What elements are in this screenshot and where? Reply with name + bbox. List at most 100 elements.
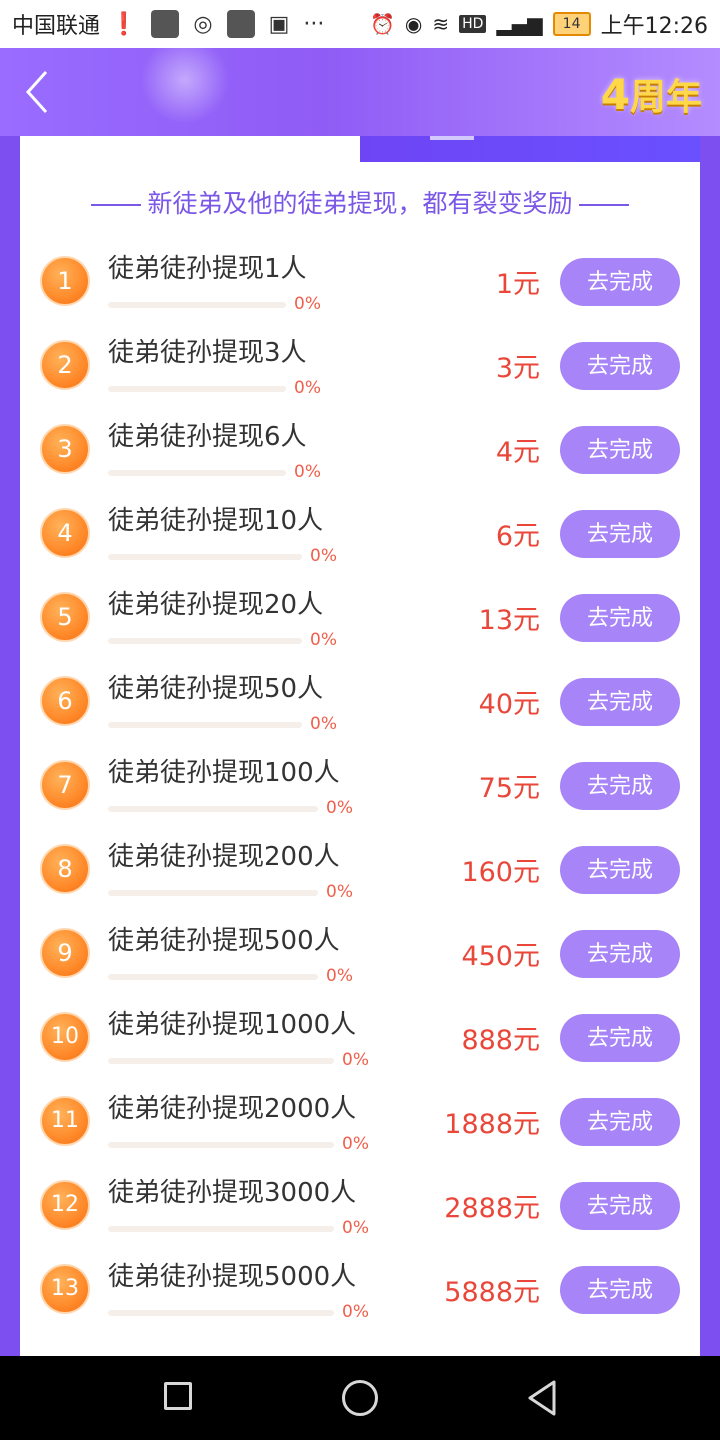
step-number-badge: 3 xyxy=(40,424,90,474)
progress-track xyxy=(108,722,302,728)
progress-percent: 0% xyxy=(342,1218,369,1238)
progress-percent: 0% xyxy=(342,1302,369,1322)
clock: 上午12:26 xyxy=(600,14,708,39)
progress-track xyxy=(108,554,302,560)
progress-percent: 0% xyxy=(326,882,353,902)
task-row: 3 徒弟徒孙提现6人 0% 4元 去完成 xyxy=(20,410,700,494)
progress-track xyxy=(108,974,318,980)
chevron-left-icon xyxy=(25,70,48,114)
reward-amount: 2888元 xyxy=(444,1193,540,1224)
progress-percent: 0% xyxy=(326,966,353,986)
step-number-badge: 7 xyxy=(40,760,90,810)
complete-task-button[interactable]: 去完成 xyxy=(560,1266,680,1314)
task-row: 6 徒弟徒孙提现50人 0% 40元 去完成 xyxy=(20,662,700,746)
step-number-badge: 12 xyxy=(40,1180,90,1230)
task-label: 徒弟徒孙提现2000人 xyxy=(108,1094,357,1124)
task-row: 10 徒弟徒孙提现1000人 0% 888元 去完成 xyxy=(20,998,700,1082)
task-label: 徒弟徒孙提现500人 xyxy=(108,926,340,956)
complete-task-button[interactable]: 去完成 xyxy=(560,258,680,306)
task-label: 徒弟徒孙提现10人 xyxy=(108,506,324,536)
task-label: 徒弟徒孙提现1000人 xyxy=(108,1010,357,1040)
progress-track xyxy=(108,890,318,896)
back-triangle-icon[interactable] xyxy=(522,1378,562,1418)
reward-amount: 5888元 xyxy=(444,1277,540,1308)
home-icon[interactable] xyxy=(342,1380,378,1416)
task-row: 5 徒弟徒孙提现20人 0% 13元 去完成 xyxy=(20,578,700,662)
step-number-badge: 11 xyxy=(40,1096,90,1146)
hd-icon: HD xyxy=(459,15,487,33)
task-row: 2 徒弟徒孙提现3人 0% 3元 去完成 xyxy=(20,326,700,410)
badge-number: 4 xyxy=(600,70,630,119)
reward-amount: 888元 xyxy=(461,1025,540,1056)
complete-task-button[interactable]: 去完成 xyxy=(560,930,680,978)
complete-task-button[interactable]: 去完成 xyxy=(560,510,680,558)
subtitle-text: 新徒弟及他的徒弟提现，都有裂变奖励 xyxy=(147,189,573,218)
step-number-badge: 13 xyxy=(40,1264,90,1314)
alert-icon: ❗ xyxy=(110,11,138,37)
task-label: 徒弟徒孙提现20人 xyxy=(108,590,324,620)
complete-task-button[interactable]: 去完成 xyxy=(560,678,680,726)
step-number-badge: 9 xyxy=(40,928,90,978)
app-icon xyxy=(226,10,255,38)
reward-amount: 1888元 xyxy=(444,1109,540,1140)
progress-percent: 0% xyxy=(326,798,353,818)
battery-icon: 14 xyxy=(552,12,591,36)
reward-amount: 450元 xyxy=(461,941,540,972)
complete-task-button[interactable]: 去完成 xyxy=(560,594,680,642)
step-number-badge: 6 xyxy=(40,676,90,726)
progress-track xyxy=(108,1058,334,1064)
task-label: 徒弟徒孙提现100人 xyxy=(108,758,340,788)
complete-task-button[interactable]: 去完成 xyxy=(560,846,680,894)
signal-4g-icon: ▂▄▆ xyxy=(496,12,543,36)
progress-track xyxy=(108,302,286,308)
complete-task-button[interactable]: 去完成 xyxy=(560,762,680,810)
complete-task-button[interactable]: 去完成 xyxy=(560,342,680,390)
tab-strip xyxy=(360,136,700,162)
task-row: 8 徒弟徒孙提现200人 0% 160元 去完成 xyxy=(20,830,700,914)
anniversary-badge: 4周年 xyxy=(601,68,702,120)
image-icon: ▣ xyxy=(268,11,290,37)
task-list: 1 徒弟徒孙提现1人 0% 1元 去完成 2 徒弟徒孙提现3人 0% 3元 去完成 3 徒弟徒孙提现6… xyxy=(20,242,700,1334)
reward-card: 新徒弟及他的徒弟提现，都有裂变奖励 1 徒弟徒孙提现1人 0% 1元 去完成 2 徒弟徒孙提… xyxy=(20,136,700,1356)
reward-amount: 4元 xyxy=(495,437,540,468)
complete-task-button[interactable]: 去完成 xyxy=(560,1014,680,1062)
back-button[interactable] xyxy=(22,64,74,120)
divider-line xyxy=(578,204,629,206)
carrier-name: 中国联通 xyxy=(12,14,101,39)
reward-amount: 1元 xyxy=(495,269,540,300)
task-row: 12 徒弟徒孙提现3000人 0% 2888元 去完成 xyxy=(20,1166,700,1250)
system-nav-bar xyxy=(0,1356,720,1440)
step-number-badge: 10 xyxy=(40,1012,90,1062)
recent-apps-icon[interactable] xyxy=(164,1382,192,1410)
progress-track xyxy=(108,470,286,476)
wifi-icon: ≋ xyxy=(432,12,450,36)
alarm-icon: ⏰ xyxy=(370,12,395,36)
step-number-badge: 5 xyxy=(40,592,90,642)
progress-percent: 0% xyxy=(310,630,337,650)
reward-amount: 160元 xyxy=(461,857,540,888)
hotspot-icon: ◎ xyxy=(193,11,213,37)
task-row: 1 徒弟徒孙提现1人 0% 1元 去完成 xyxy=(20,242,700,326)
task-row: 7 徒弟徒孙提现100人 0% 75元 去完成 xyxy=(20,746,700,830)
progress-percent: 0% xyxy=(294,462,321,482)
task-label: 徒弟徒孙提现200人 xyxy=(108,842,340,872)
complete-task-button[interactable]: 去完成 xyxy=(560,1098,680,1146)
progress-track xyxy=(108,1142,334,1148)
progress-percent: 0% xyxy=(310,546,337,566)
step-number-badge: 4 xyxy=(40,508,90,558)
progress-percent: 0% xyxy=(294,378,321,398)
task-row: 11 徒弟徒孙提现2000人 0% 1888元 去完成 xyxy=(20,1082,700,1166)
header-bar: 4周年 xyxy=(0,48,720,136)
task-row: 9 徒弟徒孙提现500人 0% 450元 去完成 xyxy=(20,914,700,998)
progress-track xyxy=(108,1226,334,1232)
reward-amount: 13元 xyxy=(478,605,540,636)
reward-amount: 40元 xyxy=(478,689,540,720)
progress-percent: 0% xyxy=(342,1134,369,1154)
step-number-badge: 2 xyxy=(40,340,90,390)
reward-amount: 3元 xyxy=(495,353,540,384)
complete-task-button[interactable]: 去完成 xyxy=(560,1182,680,1230)
progress-track xyxy=(108,638,302,644)
complete-task-button[interactable]: 去完成 xyxy=(560,426,680,474)
reward-amount: 75元 xyxy=(478,773,540,804)
progress-track xyxy=(108,386,286,392)
